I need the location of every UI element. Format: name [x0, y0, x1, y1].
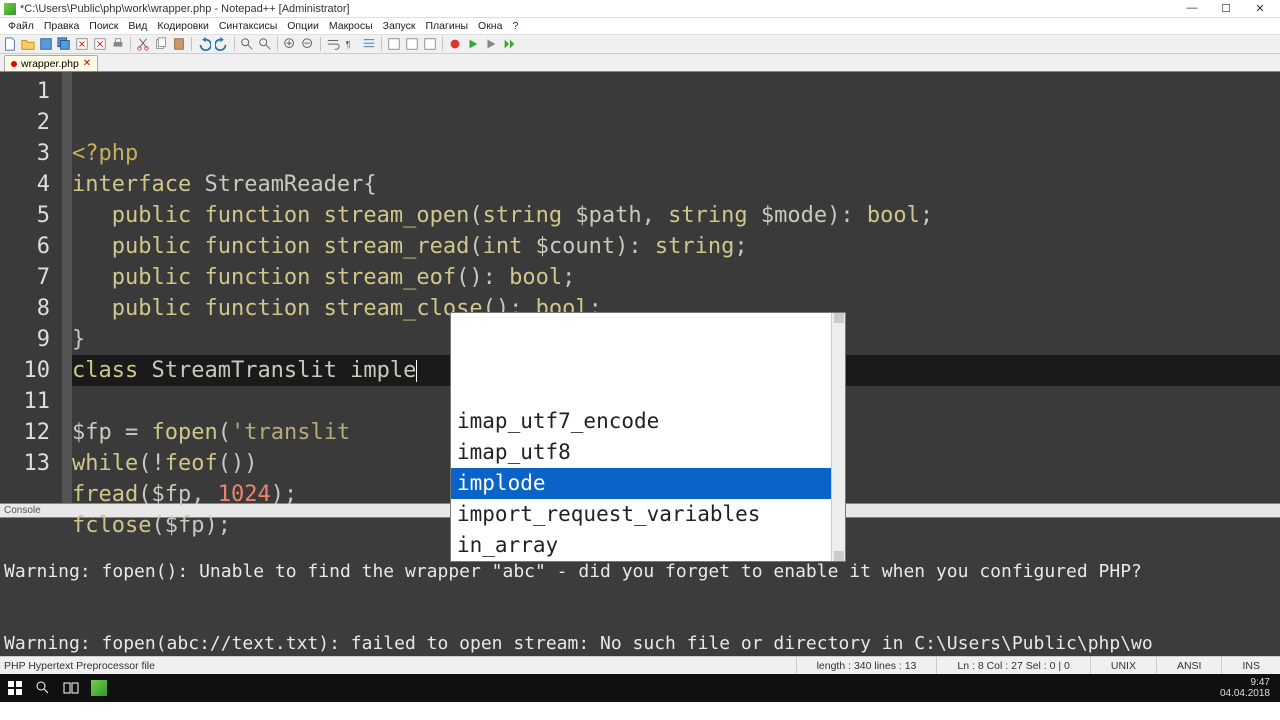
- tab-strip: wrapper.php ✕: [0, 54, 1280, 72]
- window-title: *C:\Users\Public\php\work\wrapper.php - …: [20, 3, 350, 15]
- task-view-icon[interactable]: [60, 677, 82, 699]
- print-icon[interactable]: [110, 36, 126, 52]
- autocomplete-item[interactable]: in_array: [451, 530, 845, 561]
- function-list-icon[interactable]: [386, 36, 402, 52]
- indent-guide-icon[interactable]: [361, 36, 377, 52]
- status-length: length : 340 lines : 13: [796, 657, 937, 674]
- doc-map-icon[interactable]: [422, 36, 438, 52]
- menu-опции[interactable]: Опции: [283, 20, 323, 32]
- word-wrap-icon[interactable]: [325, 36, 341, 52]
- status-eol[interactable]: UNIX: [1090, 657, 1156, 674]
- fold-margin[interactable]: [62, 72, 72, 503]
- menu-поиск[interactable]: Поиск: [85, 20, 122, 32]
- status-mode[interactable]: INS: [1221, 657, 1280, 674]
- code-area[interactable]: <?phpinterface StreamReader{ public func…: [72, 72, 1280, 503]
- new-file-icon[interactable]: [2, 36, 18, 52]
- menu-запуск[interactable]: Запуск: [379, 20, 420, 32]
- cut-icon[interactable]: [135, 36, 151, 52]
- status-encoding[interactable]: ANSI: [1156, 657, 1222, 674]
- close-all-icon[interactable]: [92, 36, 108, 52]
- status-filetype: PHP Hypertext Preprocessor file: [0, 660, 796, 672]
- minimize-button[interactable]: —: [1178, 2, 1206, 15]
- line-number-gutter: 12345678910111213: [0, 72, 62, 503]
- menu-?[interactable]: ?: [508, 20, 522, 32]
- menu-правка[interactable]: Правка: [40, 20, 83, 32]
- save-icon[interactable]: [38, 36, 54, 52]
- close-button[interactable]: ✕: [1246, 2, 1274, 15]
- autocomplete-item[interactable]: imap_utf8: [451, 437, 845, 468]
- maximize-button[interactable]: ☐: [1212, 2, 1240, 15]
- find-icon[interactable]: [239, 36, 255, 52]
- status-bar: PHP Hypertext Preprocessor file length :…: [0, 656, 1280, 674]
- save-all-icon[interactable]: [56, 36, 72, 52]
- zoom-out-icon[interactable]: [300, 36, 316, 52]
- window-titlebar: *C:\Users\Public\php\work\wrapper.php - …: [0, 0, 1280, 18]
- menu-файл[interactable]: Файл: [4, 20, 38, 32]
- macro-run-multi-icon[interactable]: [501, 36, 517, 52]
- folder-view-icon[interactable]: [404, 36, 420, 52]
- svg-text:¶: ¶: [346, 40, 351, 50]
- autocomplete-item[interactable]: import_request_variables: [451, 499, 845, 530]
- copy-icon[interactable]: [153, 36, 169, 52]
- menu-вид[interactable]: Вид: [124, 20, 151, 32]
- close-file-icon[interactable]: [74, 36, 90, 52]
- search-icon[interactable]: [32, 677, 54, 699]
- open-file-icon[interactable]: [20, 36, 36, 52]
- autocomplete-item[interactable]: imap_utf7_encode: [451, 406, 845, 437]
- start-button[interactable]: [4, 677, 26, 699]
- menu-bar: ФайлПравкаПоискВидКодировкиСинтаксисыОпц…: [0, 18, 1280, 34]
- undo-icon[interactable]: [196, 36, 212, 52]
- status-position: Ln : 8 Col : 27 Sel : 0 | 0: [936, 657, 1089, 674]
- windows-taskbar: 9:47 04.04.2018: [0, 674, 1280, 702]
- menu-кодировки[interactable]: Кодировки: [153, 20, 212, 32]
- paste-icon[interactable]: [171, 36, 187, 52]
- system-tray[interactable]: 9:47 04.04.2018: [1220, 677, 1276, 699]
- replace-icon[interactable]: [257, 36, 273, 52]
- menu-окна[interactable]: Окна: [474, 20, 506, 32]
- taskbar-app-notepadpp[interactable]: [88, 677, 110, 699]
- macro-record-icon[interactable]: [447, 36, 463, 52]
- show-all-chars-icon[interactable]: ¶: [343, 36, 359, 52]
- macro-stop-icon[interactable]: [483, 36, 499, 52]
- menu-плагины[interactable]: Плагины: [421, 20, 472, 32]
- autocomplete-popup[interactable]: imap_utf7_encodeimap_utf8implodeimport_r…: [450, 312, 846, 562]
- macro-play-icon[interactable]: [465, 36, 481, 52]
- menu-синтаксисы[interactable]: Синтаксисы: [215, 20, 281, 32]
- menu-макросы[interactable]: Макросы: [325, 20, 377, 32]
- toolbar: ¶: [0, 34, 1280, 54]
- autocomplete-scrollbar[interactable]: [831, 313, 845, 561]
- tab-label: wrapper.php: [21, 58, 79, 70]
- zoom-in-icon[interactable]: [282, 36, 298, 52]
- tab-wrapper-php[interactable]: wrapper.php ✕: [4, 55, 98, 71]
- tray-date: 04.04.2018: [1220, 688, 1270, 699]
- app-icon: [4, 3, 16, 15]
- redo-icon[interactable]: [214, 36, 230, 52]
- autocomplete-item[interactable]: implode: [451, 468, 845, 499]
- unsaved-indicator-icon: [11, 61, 17, 67]
- tray-time: 9:47: [1220, 677, 1270, 688]
- tab-close-icon[interactable]: ✕: [83, 58, 91, 69]
- code-editor[interactable]: 12345678910111213 <?phpinterface StreamR…: [0, 72, 1280, 503]
